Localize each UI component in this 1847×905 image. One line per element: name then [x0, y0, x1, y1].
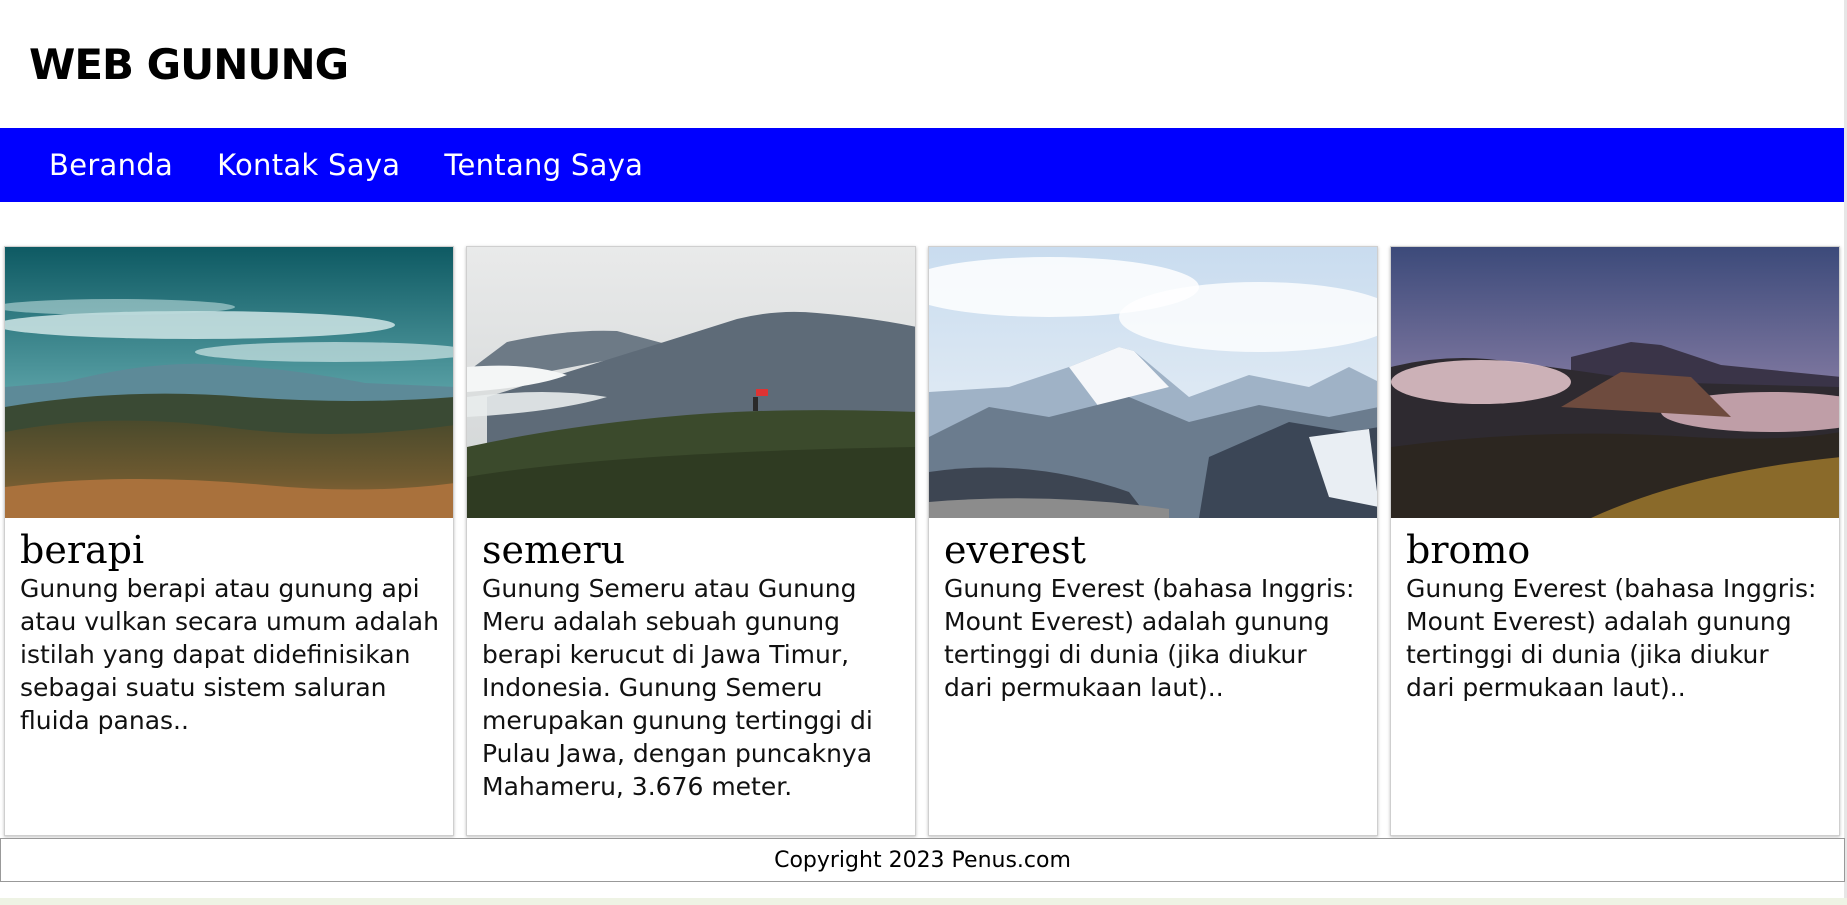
card-image-berapi	[5, 247, 453, 518]
card-image-bromo	[1391, 247, 1839, 518]
card-title: berapi	[20, 528, 145, 572]
card-title: bromo	[1406, 528, 1531, 572]
nav-link-kontak-saya[interactable]: Kontak Saya	[217, 148, 400, 182]
window-bottom-edge	[0, 898, 1847, 905]
card-title: everest	[944, 528, 1086, 572]
site-title: WEB GUNUNG	[29, 39, 349, 89]
card-text: Gunung Everest (bahasa Inggris: Mount Ev…	[1406, 574, 1817, 702]
card-bromo: bromo Gunung Everest (bahasa Inggris: Mo…	[1390, 246, 1840, 836]
card-text: Gunung Semeru atau Gunung Meru adalah se…	[482, 574, 873, 801]
main-nav: Beranda Kontak Saya Tentang Saya	[0, 128, 1844, 202]
card-semeru: semeru Gunung Semeru atau Gunung Meru ad…	[466, 246, 916, 836]
card-image-everest	[929, 247, 1377, 518]
card-berapi: berapi Gunung berapi atau gunung api ata…	[4, 246, 454, 836]
site-header: WEB GUNUNG	[0, 0, 1844, 128]
card-text: Gunung berapi atau gunung api atau vulka…	[20, 574, 439, 735]
copyright-text: Copyright 2023 Penus.com	[774, 847, 1071, 873]
card-image-semeru	[467, 247, 915, 518]
card-text: Gunung Everest (bahasa Inggris: Mount Ev…	[944, 574, 1355, 702]
page: WEB GUNUNG Beranda Kontak Saya Tentang S…	[0, 0, 1847, 905]
card-grid: berapi Gunung berapi atau gunung api ata…	[0, 246, 1847, 838]
card-title: semeru	[482, 528, 626, 572]
nav-link-beranda[interactable]: Beranda	[49, 148, 173, 182]
site-footer: Copyright 2023 Penus.com	[0, 838, 1845, 882]
card-everest: everest Gunung Everest (bahasa Inggris: …	[928, 246, 1378, 836]
nav-link-tentang-saya[interactable]: Tentang Saya	[444, 148, 643, 182]
